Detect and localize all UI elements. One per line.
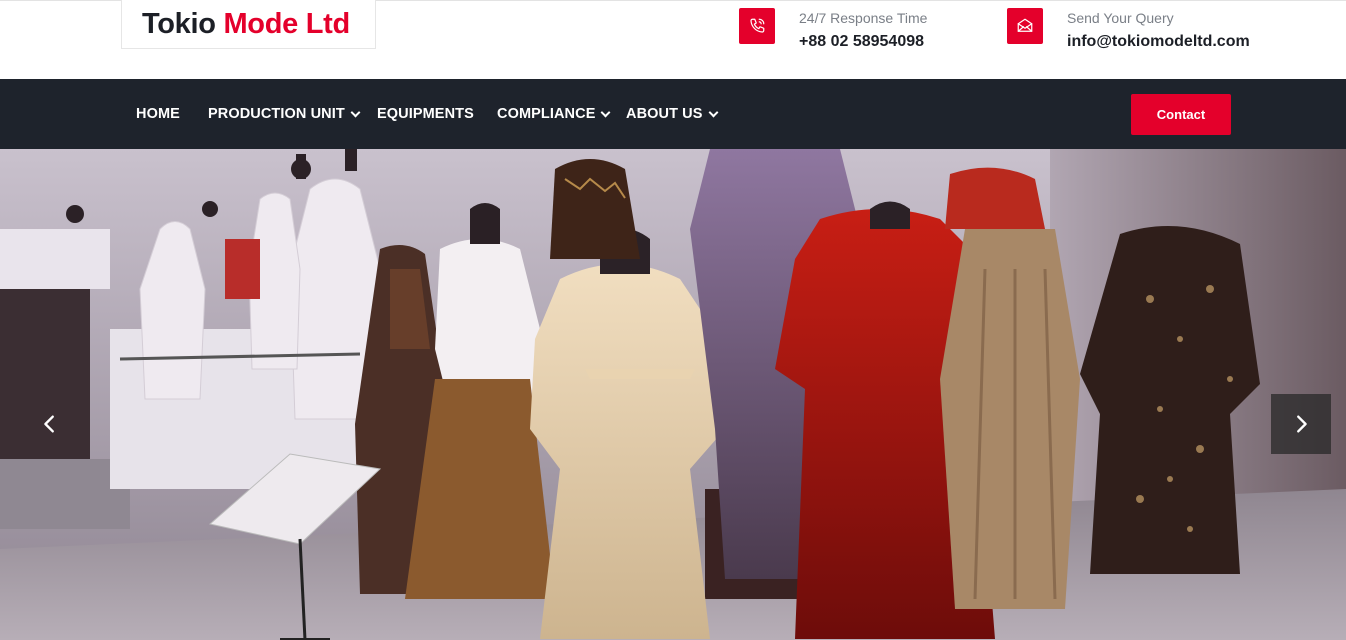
nav-item-label: ABOUT US — [626, 106, 703, 122]
nav-item-about-us[interactable]: ABOUT US — [626, 79, 718, 149]
nav-item-compliance[interactable]: COMPLIANCE — [497, 79, 611, 149]
email-contact-block: Send Your Query info@tokiomodeltd.com — [1007, 8, 1250, 52]
main-navigation: HOME PRODUCTION UNIT EQUIPMENTS COMPLIAN… — [0, 79, 1346, 149]
mail-icon — [1007, 8, 1043, 44]
nav-item-label: EQUIPMENTS — [377, 106, 474, 122]
email-address[interactable]: info@tokiomodeltd.com — [1067, 32, 1250, 52]
nav-item-home[interactable]: HOME — [136, 79, 180, 149]
chevron-right-icon — [1297, 415, 1307, 433]
chevron-left-icon — [44, 415, 54, 433]
phone-label: 24/7 Response Time — [799, 10, 928, 26]
nav-item-label: COMPLIANCE — [497, 106, 596, 122]
phone-icon — [739, 8, 775, 44]
contact-button[interactable]: Contact — [1131, 94, 1231, 135]
logo-name-part1: Tokio — [142, 7, 224, 40]
slider-next-button[interactable] — [1271, 394, 1331, 454]
logo-name-part2: Mode Ltd — [223, 7, 350, 40]
slider-prev-button[interactable] — [20, 394, 80, 454]
email-label: Send Your Query — [1067, 10, 1174, 26]
nav-item-label: PRODUCTION UNIT — [208, 106, 345, 122]
site-logo[interactable]: Tokio Mode Ltd — [121, 0, 376, 49]
phone-number[interactable]: +88 02 58954098 — [799, 32, 927, 52]
nav-item-label: HOME — [136, 106, 180, 122]
chevron-down-icon — [708, 107, 718, 117]
top-header: Tokio Mode Ltd 24/7 Response Time +88 02… — [0, 0, 1346, 79]
phone-contact-block: 24/7 Response Time +88 02 58954098 — [739, 8, 927, 52]
logo-text: Tokio Mode Ltd — [142, 8, 350, 41]
hero-slider — [0, 149, 1346, 640]
chevron-down-icon — [350, 107, 361, 117]
nav-item-equipments[interactable]: EQUIPMENTS — [377, 79, 474, 149]
hero-image — [0, 149, 1346, 640]
chevron-down-icon — [601, 107, 611, 117]
nav-item-production-unit[interactable]: PRODUCTION UNIT — [208, 79, 361, 149]
